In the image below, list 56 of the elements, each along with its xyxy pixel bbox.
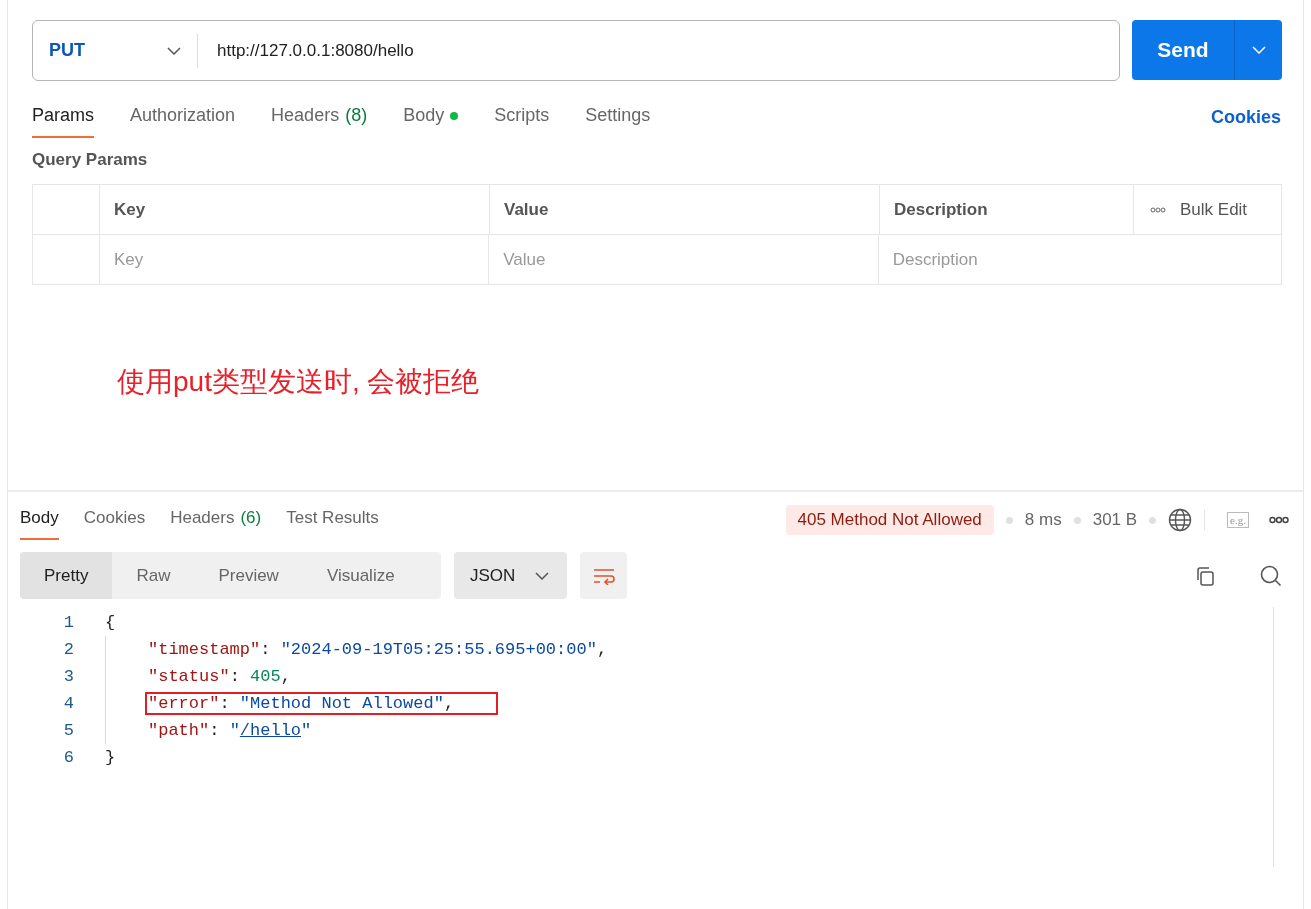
url-text: http://127.0.0.1:8080/hello	[217, 40, 414, 61]
annotation-text: 使用put类型发送时, 会被拒绝	[117, 365, 481, 399]
request-tab[interactable]: Headers (8)	[271, 97, 368, 138]
code-line: "timestamp": "2024-09-19T05:25:55.695+00:00",	[148, 640, 608, 659]
request-tab[interactable]: Authorization	[130, 97, 236, 138]
response-tab[interactable]: Body	[20, 500, 59, 540]
line-number: 6	[62, 748, 74, 767]
code-line: "error": "Method Not Allowed",	[148, 694, 455, 713]
line-number: 3	[62, 667, 74, 686]
chevron-down-icon	[535, 571, 549, 580]
separator-dot	[1073, 516, 1081, 524]
response-tab[interactable]: Headers (6)	[170, 500, 262, 540]
format-dropdown[interactable]: JSON	[454, 552, 567, 599]
chevron-down-icon	[1251, 46, 1266, 54]
section-title: Query Params	[32, 150, 149, 170]
view-mode-tab[interactable]: Preview	[194, 552, 303, 599]
request-tab[interactable]: Body	[403, 97, 459, 138]
view-mode-tab[interactable]: Raw	[112, 552, 195, 599]
separator-dot	[1149, 516, 1157, 524]
code-line: {	[105, 613, 116, 632]
copy-icon[interactable]	[1194, 564, 1216, 587]
wrap-lines-icon	[591, 566, 616, 585]
separator-dot	[1005, 516, 1013, 524]
value-field[interactable]: Value	[503, 249, 841, 270]
response-size: 301 B	[1092, 510, 1138, 530]
line-number: 1	[62, 613, 74, 632]
key-field[interactable]: Key	[113, 249, 451, 270]
globe-icon[interactable]	[1168, 508, 1193, 532]
code-line: "path": "/hello"	[148, 721, 312, 740]
request-tab[interactable]: Params	[32, 97, 94, 138]
code-line: "status": 405,	[148, 667, 291, 686]
status-badge: 405 Method Not Allowed	[785, 505, 994, 535]
column-header: Description	[894, 199, 988, 220]
more-icon[interactable]	[1269, 516, 1289, 524]
method-dropdown[interactable]: PUT	[33, 21, 197, 80]
request-tab[interactable]: Settings	[585, 97, 651, 138]
view-mode-tab[interactable]: Visualize	[302, 552, 419, 599]
bulk-edit-button[interactable]: Bulk Edit	[1180, 199, 1248, 220]
cookies-link[interactable]: Cookies	[1210, 107, 1281, 128]
request-tab[interactable]: Scripts	[494, 97, 550, 138]
wrap-lines-button[interactable]	[580, 552, 627, 599]
column-header: Value	[504, 199, 549, 220]
response-tab[interactable]: Cookies	[83, 500, 146, 540]
code-line: }	[105, 748, 116, 767]
response-time: 8 ms	[1024, 510, 1062, 530]
chevron-down-icon	[167, 46, 181, 55]
description-field[interactable]: Description	[892, 249, 1243, 270]
line-number: 2	[62, 640, 74, 659]
line-number: 5	[62, 721, 74, 740]
line-number: 4	[62, 694, 74, 713]
view-mode-tab[interactable]: Pretty	[20, 552, 113, 599]
search-icon[interactable]	[1259, 563, 1283, 588]
url-bar[interactable]: PUT http://127.0.0.1:8080/hello	[32, 20, 1120, 81]
example-button[interactable]: e.g.	[1227, 512, 1249, 528]
response-tab[interactable]: Test Results	[286, 500, 379, 540]
column-header: Key	[114, 199, 146, 220]
